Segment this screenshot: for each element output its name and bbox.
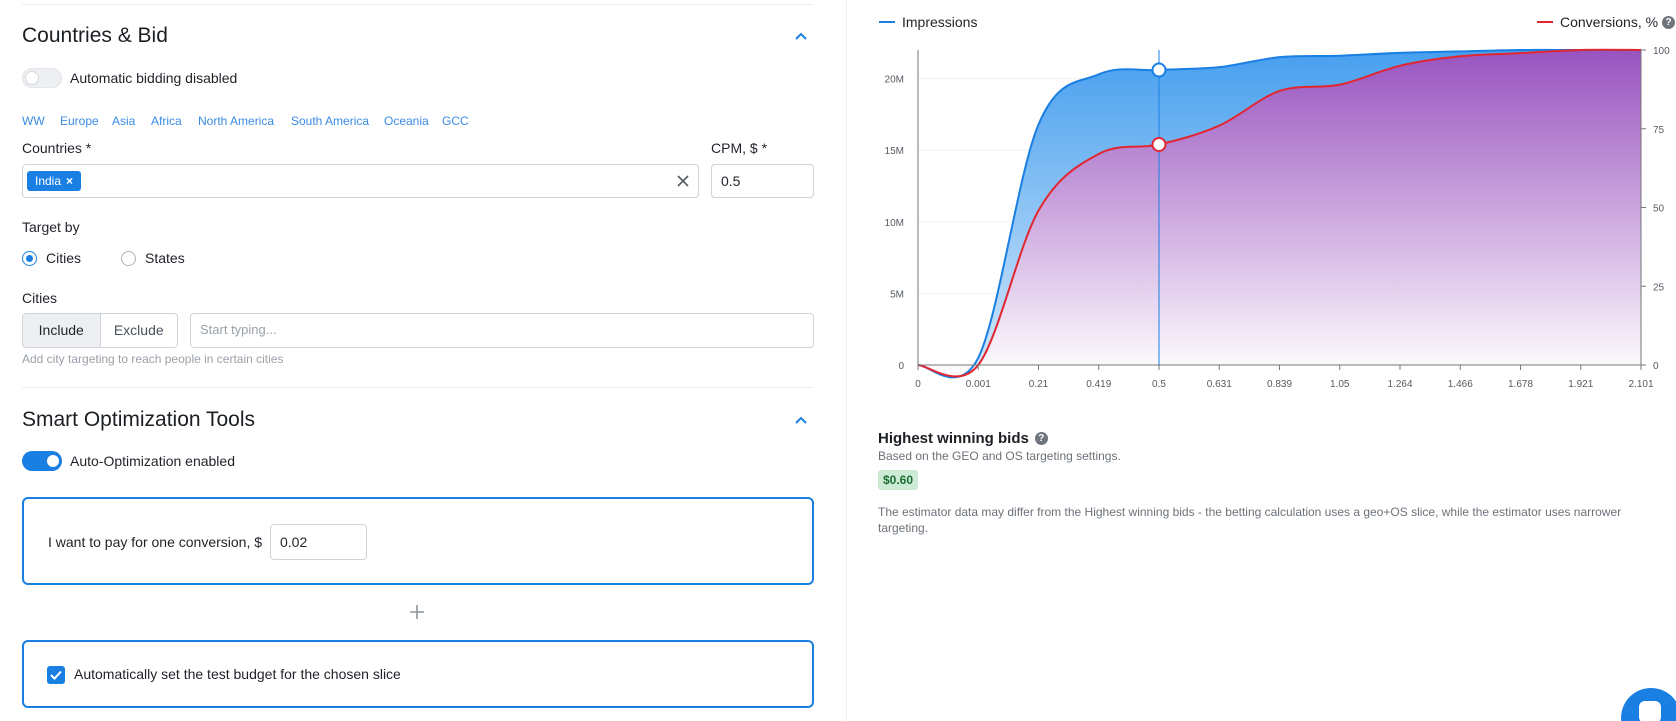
- x-tick-label: 0.631: [1207, 379, 1232, 390]
- cpm-input[interactable]: 0.5: [711, 164, 814, 198]
- conversion-price-card: I want to pay for one conversion, $ 0.02: [22, 497, 814, 585]
- chip-remove-icon[interactable]: ×: [66, 171, 73, 191]
- highest-bids-subtitle: Based on the GEO and OS targeting settin…: [878, 449, 1121, 463]
- cpm-value: 0.5: [721, 173, 741, 189]
- test-budget-checkbox[interactable]: [47, 666, 65, 684]
- impressions-point-marker: [1151, 62, 1167, 78]
- auto-optimization-toggle[interactable]: [22, 451, 62, 471]
- y-right-tick-label: 100: [1653, 46, 1670, 57]
- test-budget-label: Automatically set the test budget for th…: [74, 666, 401, 682]
- country-chip: India ×: [27, 171, 82, 191]
- pay-label: I want to pay for one conversion, $: [48, 534, 263, 550]
- region-europe[interactable]: Europe: [60, 114, 99, 128]
- y-right-tick-label: 0: [1653, 361, 1659, 372]
- y-left-tick-label: 5M: [890, 289, 904, 300]
- target-cities-radio[interactable]: [22, 251, 37, 266]
- x-tick-label: 1.264: [1387, 379, 1412, 390]
- y-right-tick-label: 50: [1653, 204, 1665, 215]
- estimator-note: The estimator data may differ from the H…: [878, 505, 1622, 535]
- conversions-point-marker: [1151, 137, 1167, 152]
- x-tick-label: 1.05: [1330, 379, 1350, 390]
- target-by-label: Target by: [22, 219, 80, 235]
- smart-tools-title: Smart Optimization Tools: [22, 408, 256, 431]
- highest-bids-title: Highest winning bids ?: [878, 430, 1048, 447]
- target-states-radio[interactable]: [121, 251, 136, 266]
- auto-optimization-label: Auto-Optimization enabled: [70, 453, 235, 469]
- close-icon[interactable]: [676, 174, 690, 188]
- x-tick-label: 1.678: [1508, 379, 1533, 390]
- x-tick-label: 0.5: [1152, 379, 1166, 390]
- x-tick-label: 0.419: [1086, 379, 1111, 390]
- target-cities-label: Cities: [46, 250, 82, 266]
- conversion-price-input[interactable]: 0.02: [270, 524, 367, 560]
- y-left-tick-label: 15M: [885, 146, 904, 157]
- region-ww[interactable]: WW: [22, 114, 45, 128]
- x-tick-label: 0: [915, 379, 921, 390]
- test-budget-card: Automatically set the test budget for th…: [22, 640, 814, 708]
- x-tick-label: 2.101: [1628, 379, 1653, 390]
- auto-bidding-toggle[interactable]: [22, 68, 62, 88]
- campaign-settings-panel: Countries & Bid Automatic bidding disabl…: [0, 0, 846, 721]
- plus-icon[interactable]: [409, 604, 425, 620]
- highest-bids-label: Highest winning bids: [878, 430, 1029, 447]
- cpm-label: CPM, $ *: [711, 140, 768, 156]
- cities-hint: Add city targeting to reach people in ce…: [22, 352, 284, 366]
- y-left-tick-label: 10M: [885, 218, 904, 229]
- include-exclude-toggle: Include Exclude: [22, 313, 178, 348]
- region-south-america[interactable]: South America: [291, 114, 369, 128]
- y-right-tick-label: 75: [1653, 125, 1665, 136]
- estimator-chart[interactable]: 0 5M 10M 15M 20M 0 25 50 75 100 0 0.001 0.21 0.419 0.5…: [847, 0, 1676, 400]
- country-chip-label: India: [35, 174, 62, 188]
- countries-select[interactable]: India ×: [22, 164, 699, 198]
- divider: [22, 387, 814, 388]
- auto-bidding-label: Automatic bidding disabled: [70, 70, 238, 86]
- countries-label: Countries *: [22, 140, 92, 156]
- region-africa[interactable]: Africa: [151, 114, 182, 128]
- region-asia[interactable]: Asia: [112, 114, 135, 128]
- estimator-panel: Impressions Conversions, % ? 0 5M 10M 15M 20…: [847, 0, 1676, 721]
- target-states-label: States: [145, 250, 185, 266]
- y-left-tick-label: 0: [898, 361, 904, 372]
- region-gcc[interactable]: GCC: [442, 114, 469, 128]
- highest-bid-price: $0.60: [878, 470, 919, 490]
- countries-bid-title: Countries & Bid: [22, 24, 168, 47]
- check-icon: [50, 670, 62, 680]
- chat-icon: [1639, 701, 1661, 721]
- region-oceania[interactable]: Oceania: [384, 114, 429, 128]
- x-tick-label: 1.921: [1568, 379, 1593, 390]
- x-tick-label: 1.466: [1448, 379, 1473, 390]
- cities-input[interactable]: Start typing...: [190, 313, 814, 348]
- x-tick-label: 0.21: [1029, 379, 1049, 390]
- x-tick-label: 0.839: [1267, 379, 1292, 390]
- cities-placeholder: Start typing...: [200, 322, 277, 337]
- region-north-america[interactable]: North America: [198, 114, 274, 128]
- exclude-button[interactable]: Exclude: [101, 314, 178, 347]
- chevron-up-icon[interactable]: [794, 29, 808, 43]
- help-icon[interactable]: ?: [1034, 432, 1048, 445]
- conversion-price-value: 0.02: [280, 534, 308, 550]
- include-button[interactable]: Include: [23, 314, 101, 347]
- x-tick-label: 0.001: [966, 379, 991, 390]
- divider: [22, 4, 814, 5]
- cities-label: Cities: [22, 290, 58, 306]
- chevron-up-icon[interactable]: [794, 413, 808, 427]
- y-right-tick-label: 25: [1653, 282, 1665, 293]
- y-left-tick-label: 20M: [885, 75, 904, 86]
- chat-button[interactable]: [1621, 688, 1676, 721]
